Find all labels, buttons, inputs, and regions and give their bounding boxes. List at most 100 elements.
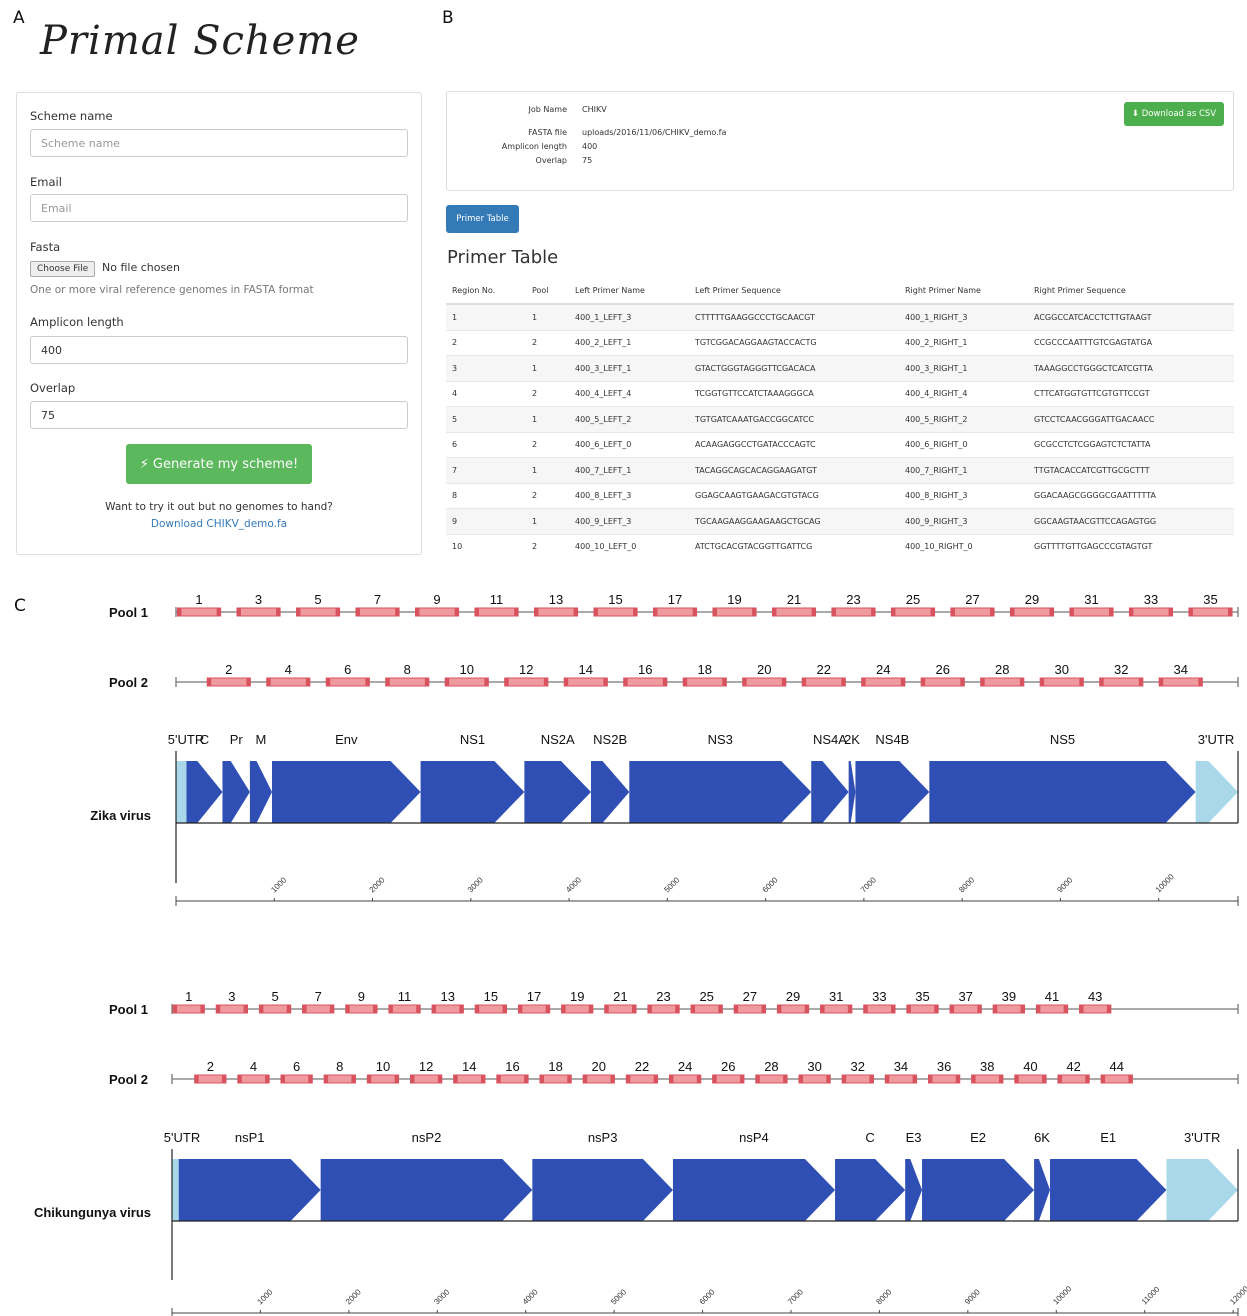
bolt-icon: ⚡ [139, 456, 149, 472]
download-csv-button[interactable]: ⬇ Download as CSV [1124, 102, 1224, 126]
amplicon-primer-right [395, 608, 400, 616]
amplicon-number: 23 [656, 989, 670, 1004]
amplicon-number: 17 [668, 592, 682, 607]
virus-name-label: Zika virus [90, 808, 151, 823]
gene-label: NS5 [1050, 732, 1075, 747]
scale-tick-label: 6000 [761, 875, 780, 894]
amplicon-primer-right [990, 608, 995, 616]
amplicon-bar [906, 1004, 939, 1014]
amplicon-primer-right [221, 1075, 226, 1083]
download-demo-link[interactable]: Download CHIKV_demo.fa [17, 518, 421, 530]
amplicon-bar [453, 1074, 486, 1084]
amplicon-number: 15 [484, 989, 498, 1004]
table-cell: TAAAGGCCTGGGCTCATCGTTA [1028, 355, 1234, 381]
amplicon-number: 6 [344, 662, 351, 677]
amplicon-primer-left [445, 678, 450, 686]
amplicon-number: 25 [906, 592, 920, 607]
amplicon-number: 2 [225, 662, 232, 677]
choose-file-button[interactable]: Choose File [30, 261, 96, 277]
scale-tick-label: 5000 [662, 875, 681, 894]
amplicon-length-input[interactable] [30, 336, 408, 364]
scheme-name-label: Scheme name [30, 109, 113, 123]
amplicon-bar [496, 1074, 529, 1084]
amplicon-primer-left [453, 1075, 458, 1083]
amplicon-primer-right [484, 678, 489, 686]
generate-scheme-button[interactable]: ⚡ Generate my scheme! [126, 444, 312, 484]
pool-2-label: Pool 2 [109, 675, 148, 690]
gene-label: E3 [906, 1130, 922, 1145]
amplicon-primer-right [718, 1005, 723, 1013]
gene-label: NS1 [460, 732, 485, 747]
amplicon-bar [1158, 677, 1203, 687]
gene-label: C [865, 1130, 874, 1145]
app-logo: Primal Scheme [40, 18, 360, 64]
amplicon-bar [444, 677, 489, 687]
amplicon-bar [563, 677, 608, 687]
gene-label: nsP1 [235, 1130, 265, 1145]
scheme-form: Scheme name Email Fasta Choose File No f… [16, 92, 422, 555]
amplicon-number: 13 [440, 989, 454, 1004]
email-input[interactable] [30, 194, 408, 222]
overlap-label: Overlap [30, 381, 76, 395]
scale-tick-label: 3000 [432, 1287, 451, 1306]
amplicon-primer-left [518, 1005, 523, 1013]
amplicon-bar [504, 677, 549, 687]
table-cell: GGTTTTGTTGAGCCCGTAGTGT [1028, 533, 1234, 559]
amplicon-number: 18 [698, 662, 712, 677]
job-name-value: CHIKV [582, 105, 607, 114]
gene-arrow-2k [848, 761, 856, 823]
table-cell: ACGGCCATCACCTCTTGTAAGT [1028, 303, 1234, 330]
table-row: 10 2 400_10_LEFT_0 ATCTGCACGTACGGTTGATTCG 40… [446, 533, 1234, 559]
table-cell: 400_4_RIGHT_4 [899, 380, 1028, 407]
amplicon-bar [755, 1074, 788, 1084]
amplicon-bar [474, 1004, 508, 1014]
amplicon-bar [927, 1074, 961, 1084]
amplicon-number: 41 [1045, 989, 1059, 1004]
amplicon-primer-left [647, 1005, 652, 1013]
amplicon-primer-right [365, 678, 370, 686]
gene-arrow-5utr [176, 761, 187, 823]
scale-tick-label: 4000 [521, 1287, 540, 1306]
amplicon-bar [1039, 677, 1084, 687]
scale-tick-label: 6000 [698, 1287, 717, 1306]
table-cell: GCGCCTCTCGGAGTCTCTATTA [1028, 431, 1234, 458]
amplicon-primer-right [811, 608, 816, 616]
amplicon-number: 19 [570, 989, 584, 1004]
amplicon-primer-right [1106, 1005, 1111, 1013]
try-it-text: Want to try it out but no genomes to han… [105, 501, 333, 513]
amplicon-bar [690, 1004, 723, 1014]
amplicon-primer-left [474, 608, 479, 616]
amplicon-bar [712, 607, 757, 617]
amplicon-primer-right [653, 1075, 658, 1083]
table-cell: TTGTACACCATCGTTGCGCTTT [1028, 457, 1234, 483]
amplicon-number: 26 [936, 662, 950, 677]
overlap-input[interactable] [30, 401, 408, 429]
amplicon-primer-left [173, 1005, 178, 1013]
scheme-name-input[interactable] [30, 129, 408, 157]
amplicon-bar [992, 1004, 1026, 1014]
amplicon-primer-right [351, 1075, 356, 1083]
amplicon-number: 7 [315, 989, 322, 1004]
amplicon-number: 9 [358, 989, 365, 1004]
col-left-name: Left Primer Name [569, 277, 689, 305]
amplicon-bar [1188, 607, 1233, 617]
scale-tick-label: 8000 [874, 1287, 893, 1306]
amplicon-primer-right [662, 678, 667, 686]
tab-primer-table[interactable]: Primer Table [446, 205, 519, 233]
gene-arrow-e3 [905, 1159, 923, 1221]
amplicon-number: 30 [807, 1059, 821, 1074]
amplicon-bar [593, 607, 638, 617]
amplicon-primer-right [305, 678, 310, 686]
amplicon-primer-right [900, 678, 905, 686]
table-cell: 400_1_RIGHT_3 [899, 303, 1028, 330]
table-cell: 1 [526, 355, 569, 381]
gene-label: 3'UTR [1198, 732, 1234, 747]
gene-label: C [200, 732, 209, 747]
amplicon-bar [841, 1074, 874, 1084]
amplicon-bar [266, 677, 311, 687]
amplicon-bar [539, 1074, 572, 1084]
gene-label: NS2A [541, 732, 575, 747]
amplicon-number: 12 [419, 1059, 433, 1074]
amplicon-bar [861, 677, 906, 687]
amplicon-primer-right [1109, 608, 1114, 616]
